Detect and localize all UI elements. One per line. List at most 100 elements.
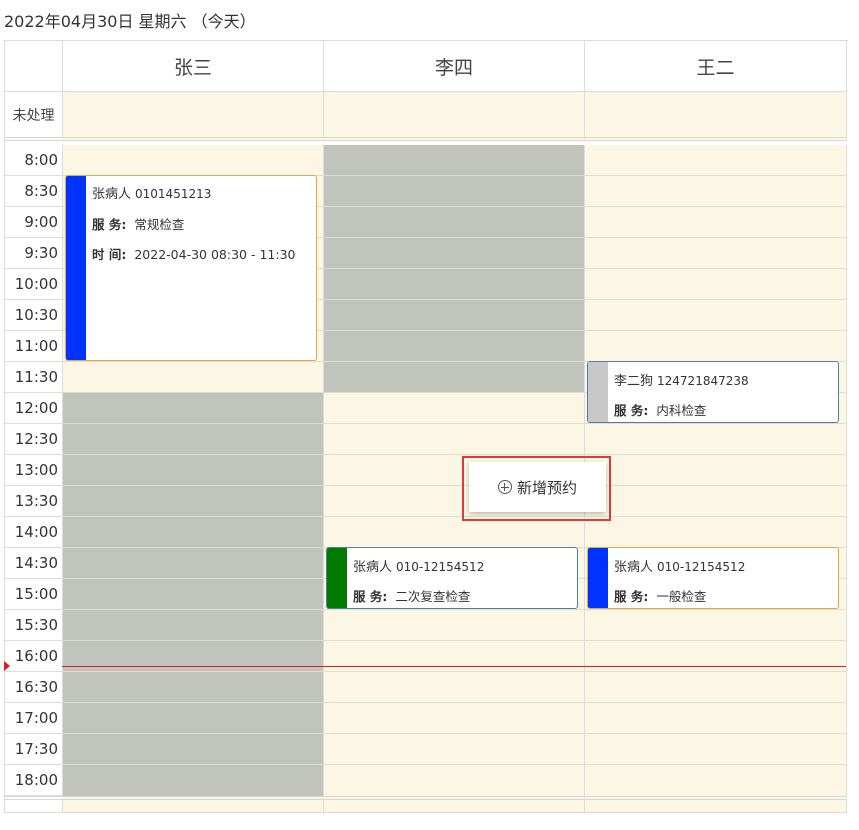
time-slot-label: 8:00 — [5, 145, 62, 176]
slot-divider — [585, 206, 846, 207]
time-label: 时 间: — [92, 247, 127, 262]
add-appointment-button[interactable]: 新增预约 — [469, 462, 606, 512]
add-appointment-label: 新增预约 — [516, 478, 577, 497]
unprocessed-cell-wanger[interactable] — [585, 92, 847, 141]
service-value: 内科检查 — [656, 403, 707, 418]
patient-phone: 010-12154512 — [396, 560, 485, 574]
slot-divider — [585, 671, 846, 672]
service-value: 一般检查 — [656, 589, 707, 604]
service-label: 服 务: — [614, 403, 649, 418]
time-slot-label: 9:00 — [5, 207, 62, 238]
slot-divider — [324, 206, 584, 207]
slot-divider — [324, 175, 584, 176]
appointment-color-bar — [588, 362, 608, 422]
time-value: 2022-04-30 08:30 - 11:30 — [134, 247, 296, 262]
slot-divider — [63, 733, 323, 734]
unprocessed-cell-zhangsan[interactable] — [63, 92, 324, 141]
service-value: 二次复查检查 — [395, 589, 471, 604]
appointment-patient-line: 张病人 0101451213 — [92, 183, 211, 202]
appointment-card[interactable]: 张病人 010-12154512 服 务: 一般检查 — [587, 547, 839, 609]
unprocessed-row-label: 未处理 — [5, 92, 63, 141]
appointment-service-line: 服 务: 二次复查检查 — [353, 586, 470, 605]
appointment-color-bar — [66, 176, 86, 360]
slot-divider — [63, 764, 323, 765]
appointment-card[interactable]: 李二狗 124721847238 服 务: 内科检查 — [587, 361, 839, 423]
slot-divider — [585, 609, 846, 610]
slot-divider — [324, 268, 584, 269]
plus-circle-icon — [497, 480, 512, 494]
appointment-time-line: 时 间: 2022-04-30 08:30 - 11:30 — [92, 244, 295, 263]
patient-phone: 124721847238 — [657, 374, 749, 388]
slot-divider — [63, 578, 323, 579]
time-slot-label: 10:00 — [5, 269, 62, 300]
date-title: 2022年04月30日 星期六 （今天） — [4, 12, 256, 31]
slot-divider — [63, 423, 323, 424]
time-slot-label: 17:30 — [5, 734, 62, 765]
day-column-wanger[interactable] — [585, 145, 847, 796]
slot-divider — [63, 485, 323, 486]
patient-phone: 010-12154512 — [657, 560, 746, 574]
patient-name: 张病人 — [92, 187, 132, 202]
time-slot-label: 16:30 — [5, 672, 62, 703]
slot-divider — [324, 237, 584, 238]
time-slot-label: 14:00 — [5, 517, 62, 548]
appointment-color-bar — [327, 548, 347, 608]
slot-divider — [324, 702, 584, 703]
service-value: 常规检查 — [134, 217, 185, 232]
time-header-corner — [5, 41, 63, 92]
time-slot-label: 9:30 — [5, 238, 62, 269]
slot-divider — [324, 299, 584, 300]
appointment-service-line: 服 务: 内科检查 — [614, 400, 706, 419]
footer-cell — [324, 796, 585, 813]
time-slot-label: 12:30 — [5, 424, 62, 455]
slot-divider — [324, 361, 584, 362]
staff-header-zhangsan: 张三 — [63, 41, 324, 92]
footer-cell — [63, 796, 324, 813]
slot-divider — [63, 516, 323, 517]
time-slot-label: 15:30 — [5, 610, 62, 641]
time-slot-label: 11:00 — [5, 331, 62, 362]
appointment-service-line: 服 务: 一般检查 — [614, 586, 706, 605]
time-slot-label: 13:30 — [5, 486, 62, 517]
patient-phone: 0101451213 — [135, 187, 212, 201]
service-label: 服 务: — [92, 217, 127, 232]
time-slot-label: 13:00 — [5, 455, 62, 486]
slot-divider — [324, 330, 584, 331]
time-slot-label: 15:00 — [5, 579, 62, 610]
appointment-card[interactable]: 张病人 0101451213 服 务: 常规检查 时 间: 2022-04-30 08… — [65, 175, 317, 361]
slot-divider — [324, 671, 584, 672]
appointment-patient-line: 李二狗 124721847238 — [614, 370, 749, 389]
slot-divider — [585, 454, 846, 455]
staff-header-lisi: 李四 — [324, 41, 585, 92]
slot-divider — [585, 516, 846, 517]
slot-divider — [324, 733, 584, 734]
slot-divider — [324, 609, 584, 610]
appointment-color-bar — [588, 548, 608, 608]
time-slot-label: 14:30 — [5, 548, 62, 579]
time-slot-label: 12:00 — [5, 393, 62, 424]
appointment-service-line: 服 务: 常规检查 — [92, 214, 184, 233]
appointment-card[interactable]: 张病人 010-12154512 服 务: 二次复查检查 — [326, 547, 578, 609]
current-time-line — [62, 666, 846, 667]
unprocessed-cell-lisi[interactable] — [324, 92, 585, 141]
slot-divider — [585, 268, 846, 269]
slot-divider — [585, 764, 846, 765]
appointment-patient-line: 张病人 010-12154512 — [353, 556, 484, 575]
slot-divider — [585, 485, 846, 486]
time-slot-label: 18:00 — [5, 765, 62, 796]
slot-divider — [63, 671, 323, 672]
slot-divider — [585, 423, 846, 424]
slot-divider — [63, 392, 323, 393]
slot-divider — [585, 330, 846, 331]
slot-divider — [324, 454, 584, 455]
slot-divider — [585, 702, 846, 703]
patient-name: 张病人 — [353, 560, 393, 575]
staff-header-wanger: 王二 — [585, 41, 847, 92]
slot-divider — [324, 764, 584, 765]
slot-divider — [585, 175, 846, 176]
time-slot-label: 17:00 — [5, 703, 62, 734]
schedule-grid: 张三 李四 王二 未处理 8:00 8:30 9:00 9:30 10:00 10:30 1… — [4, 40, 848, 813]
blocked-slot — [324, 145, 584, 393]
appointment-patient-line: 张病人 010-12154512 — [614, 556, 745, 575]
footer-cell — [5, 796, 63, 813]
